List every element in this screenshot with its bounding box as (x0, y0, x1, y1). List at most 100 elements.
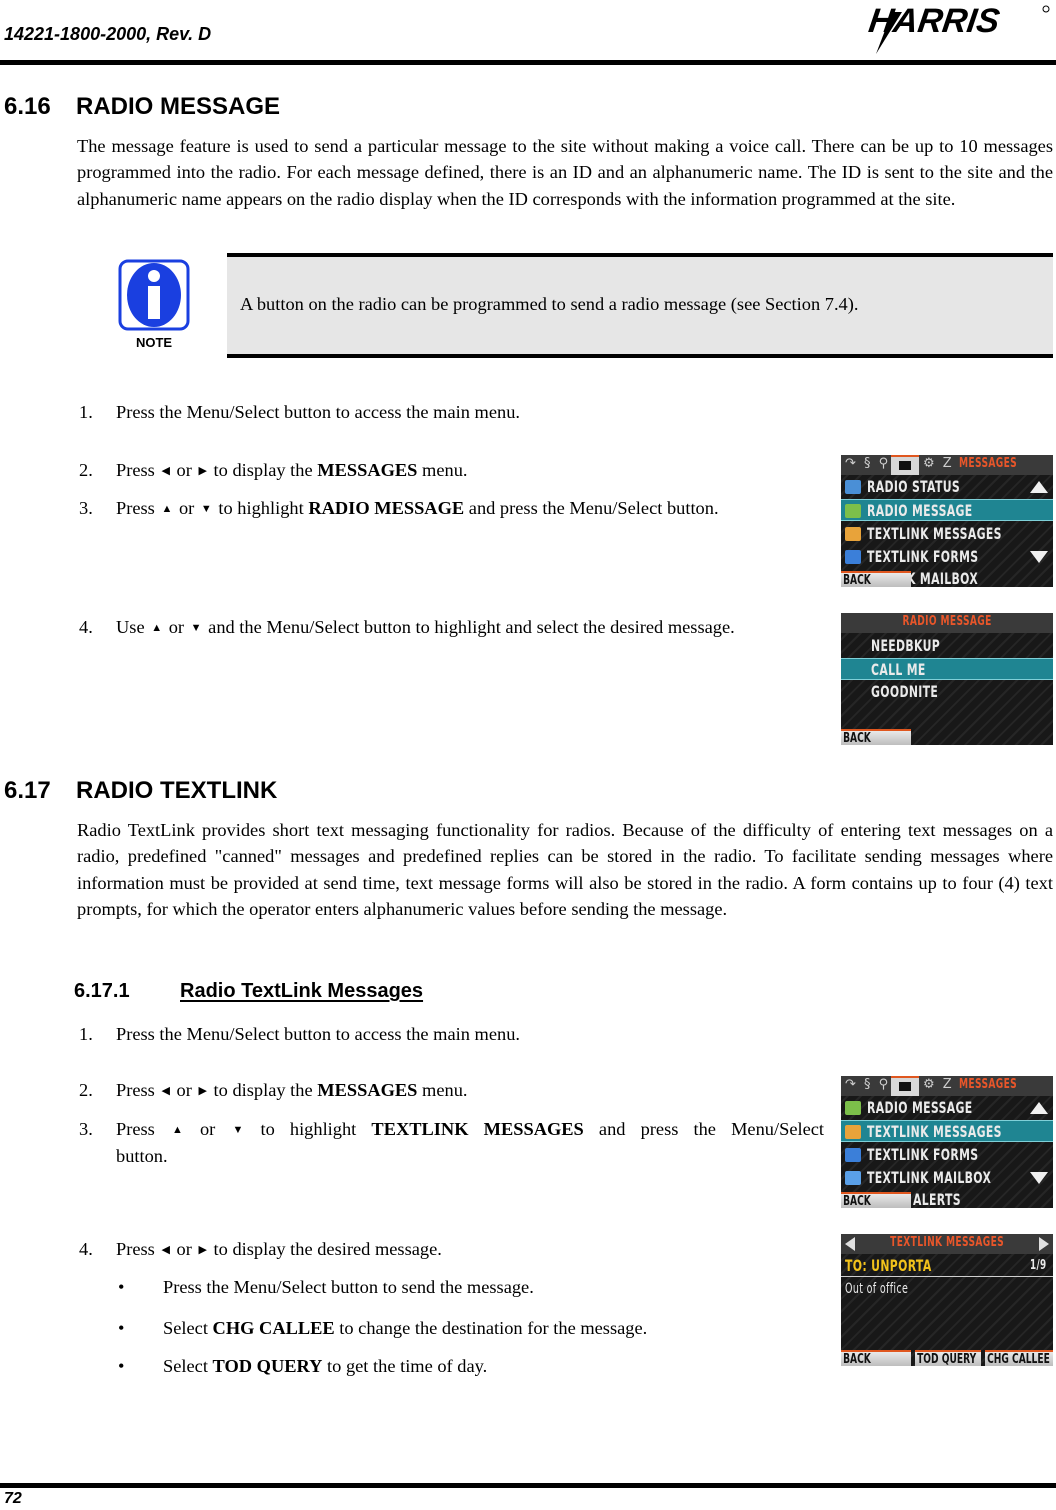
page-number: 72 (4, 1490, 22, 1507)
left-arrow-icon: ◀ (161, 1244, 170, 1256)
step-text: or (176, 1080, 192, 1100)
step-number: 1. (79, 402, 93, 422)
settings-tab-icons: ⚙ Z (923, 1077, 954, 1092)
left-arrow-icon: ◀ (161, 1085, 170, 1097)
message-label: CALL ME (871, 660, 926, 679)
message-item: GOODNITE (841, 681, 1053, 703)
step-text: Press the Menu/Select button to access t… (116, 402, 520, 422)
right-arrow-icon: ▶ (198, 1244, 207, 1256)
registered-mark (1042, 5, 1050, 13)
section-heading-6-17: 6.17 RADIO TEXTLINK (4, 777, 277, 805)
menu-item-label: TEXTLINK FORMS (867, 1145, 979, 1164)
softkey-label: CHG CALLEE (987, 1352, 1050, 1367)
message-label: GOODNITE (871, 682, 939, 701)
menu-item-label: RADIO MESSAGE (867, 501, 973, 520)
tod-query-softkey[interactable]: TOD QUERY (915, 1350, 981, 1366)
step-number: 1. (79, 1024, 93, 1044)
menu-item: TEXTLINK MAILBOX (841, 1167, 1053, 1189)
step-text: Press (116, 1080, 155, 1100)
radio-screen-messages-menu-textlink: ↷ § ⚲ ⚙ Z MESSAGES RADIO MESSAGE TEXTLIN… (841, 1076, 1053, 1208)
step-text: Use (116, 617, 145, 637)
step-text: or (168, 617, 185, 637)
back-softkey[interactable]: BACK (841, 1192, 911, 1208)
menu-item: TEXTLINK FORMS (841, 1144, 1053, 1166)
section-body-6-16: The message feature is used to send a pa… (77, 136, 1053, 209)
menu-item-label: K MAILBOX (907, 569, 979, 587)
step-text: or (176, 1239, 192, 1259)
bullet-text: Select (163, 1356, 208, 1376)
message-label: NEEDBKUP (871, 636, 941, 655)
step-text: or (176, 460, 192, 480)
textlink-messages-icon (845, 1125, 861, 1139)
message-body: Out of office (841, 1280, 1053, 1302)
subsection-number: 6.17.1 (74, 980, 130, 1002)
step-text: to display the (213, 460, 313, 480)
step-text: menu. (422, 1080, 468, 1100)
menu-name: MESSAGES (317, 1080, 418, 1100)
message-item: NEEDBKUP (841, 635, 1053, 657)
step-text: menu. (422, 460, 468, 480)
softkey-label: BACK (843, 1352, 871, 1367)
step-text: Press (116, 498, 155, 518)
down-arrow-icon: ▼ (232, 1124, 244, 1136)
menu-item-selected: TEXTLINK MESSAGES (841, 1120, 1053, 1142)
step-number: 3. (79, 1119, 93, 1139)
chg-callee-softkey[interactable]: CHG CALLEE (985, 1350, 1053, 1366)
section-body-6-17: Radio TextLink provides short text messa… (77, 820, 1053, 919)
menu-item: TEXTLINK FORMS (841, 546, 1053, 568)
screen-title: RADIO MESSAGE (902, 614, 992, 629)
footer-rule (0, 1483, 1056, 1488)
bullet-icon: • (118, 1277, 125, 1297)
menu-item-label: TEXTLINK MESSAGES (867, 524, 1002, 543)
message-counter: 1/9 (1030, 1258, 1047, 1273)
textlink-forms-icon (845, 550, 861, 564)
bullet-text: Press the Menu/Select button to send the… (163, 1277, 534, 1297)
subsection-title: Radio TextLink Messages (180, 980, 424, 1002)
menu-item-label: RADIO MESSAGE (867, 1098, 973, 1117)
bullet-text: to get the time of day. (327, 1356, 488, 1376)
menu-name: MESSAGES (317, 460, 418, 480)
right-arrow-icon: ▶ (198, 465, 207, 477)
screen-title-bar: RADIO MESSAGE (841, 613, 1053, 633)
up-arrow-icon: ▲ (151, 622, 163, 634)
menu-item: TEXTLINK MESSAGES (841, 523, 1053, 545)
scroll-up-icon (1030, 1102, 1048, 1114)
section-heading-6-16: 6.16 RADIO MESSAGE (4, 93, 280, 121)
menu-item: RADIO STATUS (841, 476, 1053, 498)
section-number: 6.16 (4, 93, 51, 120)
menu-tab-icons: ↷ § ⚲ (845, 1077, 891, 1092)
softkey-label: TOD QUERY (917, 1352, 977, 1367)
back-softkey[interactable]: BACK (841, 729, 911, 745)
screen-title: TEXTLINK MESSAGES (890, 1235, 1005, 1250)
back-softkey[interactable]: BACK (841, 1350, 911, 1366)
step-text: or (178, 498, 195, 518)
back-softkey[interactable]: BACK (841, 571, 911, 587)
step-text: and press the Menu/Select button. (468, 498, 719, 518)
scroll-down-icon (1030, 551, 1048, 563)
down-arrow-icon: ▼ (190, 622, 202, 634)
step-text: Press (116, 1239, 155, 1259)
screen-title-bar: TEXTLINK MESSAGES (841, 1234, 1053, 1254)
step-text: and the Menu/Select button to highlight … (208, 617, 735, 637)
screen-title: MESSAGES (959, 1077, 1018, 1092)
left-arrow-icon: ◀ (161, 465, 170, 477)
up-arrow-icon: ▲ (161, 503, 173, 515)
radio-screen-messages-menu: ↷ § ⚲ ⚙ Z MESSAGES RADIO STATUS RADIO ME… (841, 455, 1053, 587)
menu-item-name: RADIO MESSAGE (308, 498, 465, 518)
menu-item-label: TEXTLINK MESSAGES (867, 1122, 1002, 1141)
menu-tab-icons: ↷ § ⚲ (845, 456, 891, 471)
scroll-down-icon (1030, 1172, 1048, 1184)
menu-item: RADIO MESSAGE (841, 1097, 1053, 1119)
up-arrow-icon: ▲ (171, 1124, 183, 1136)
step-text: to highlight (260, 1119, 357, 1139)
softkey-name: CHG CALLEE (212, 1318, 335, 1338)
step-text: to highlight (218, 498, 304, 518)
step-text: Press (116, 460, 155, 480)
step-number: 4. (79, 617, 93, 637)
radio-status-icon (845, 480, 861, 494)
bullet-icon: • (118, 1318, 125, 1338)
textlink-messages-icon (845, 527, 861, 541)
menu-item-selected: RADIO MESSAGE (841, 499, 1053, 521)
step-number: 2. (79, 1080, 93, 1100)
document-number: 14221-1800-2000, Rev. D (4, 24, 212, 44)
